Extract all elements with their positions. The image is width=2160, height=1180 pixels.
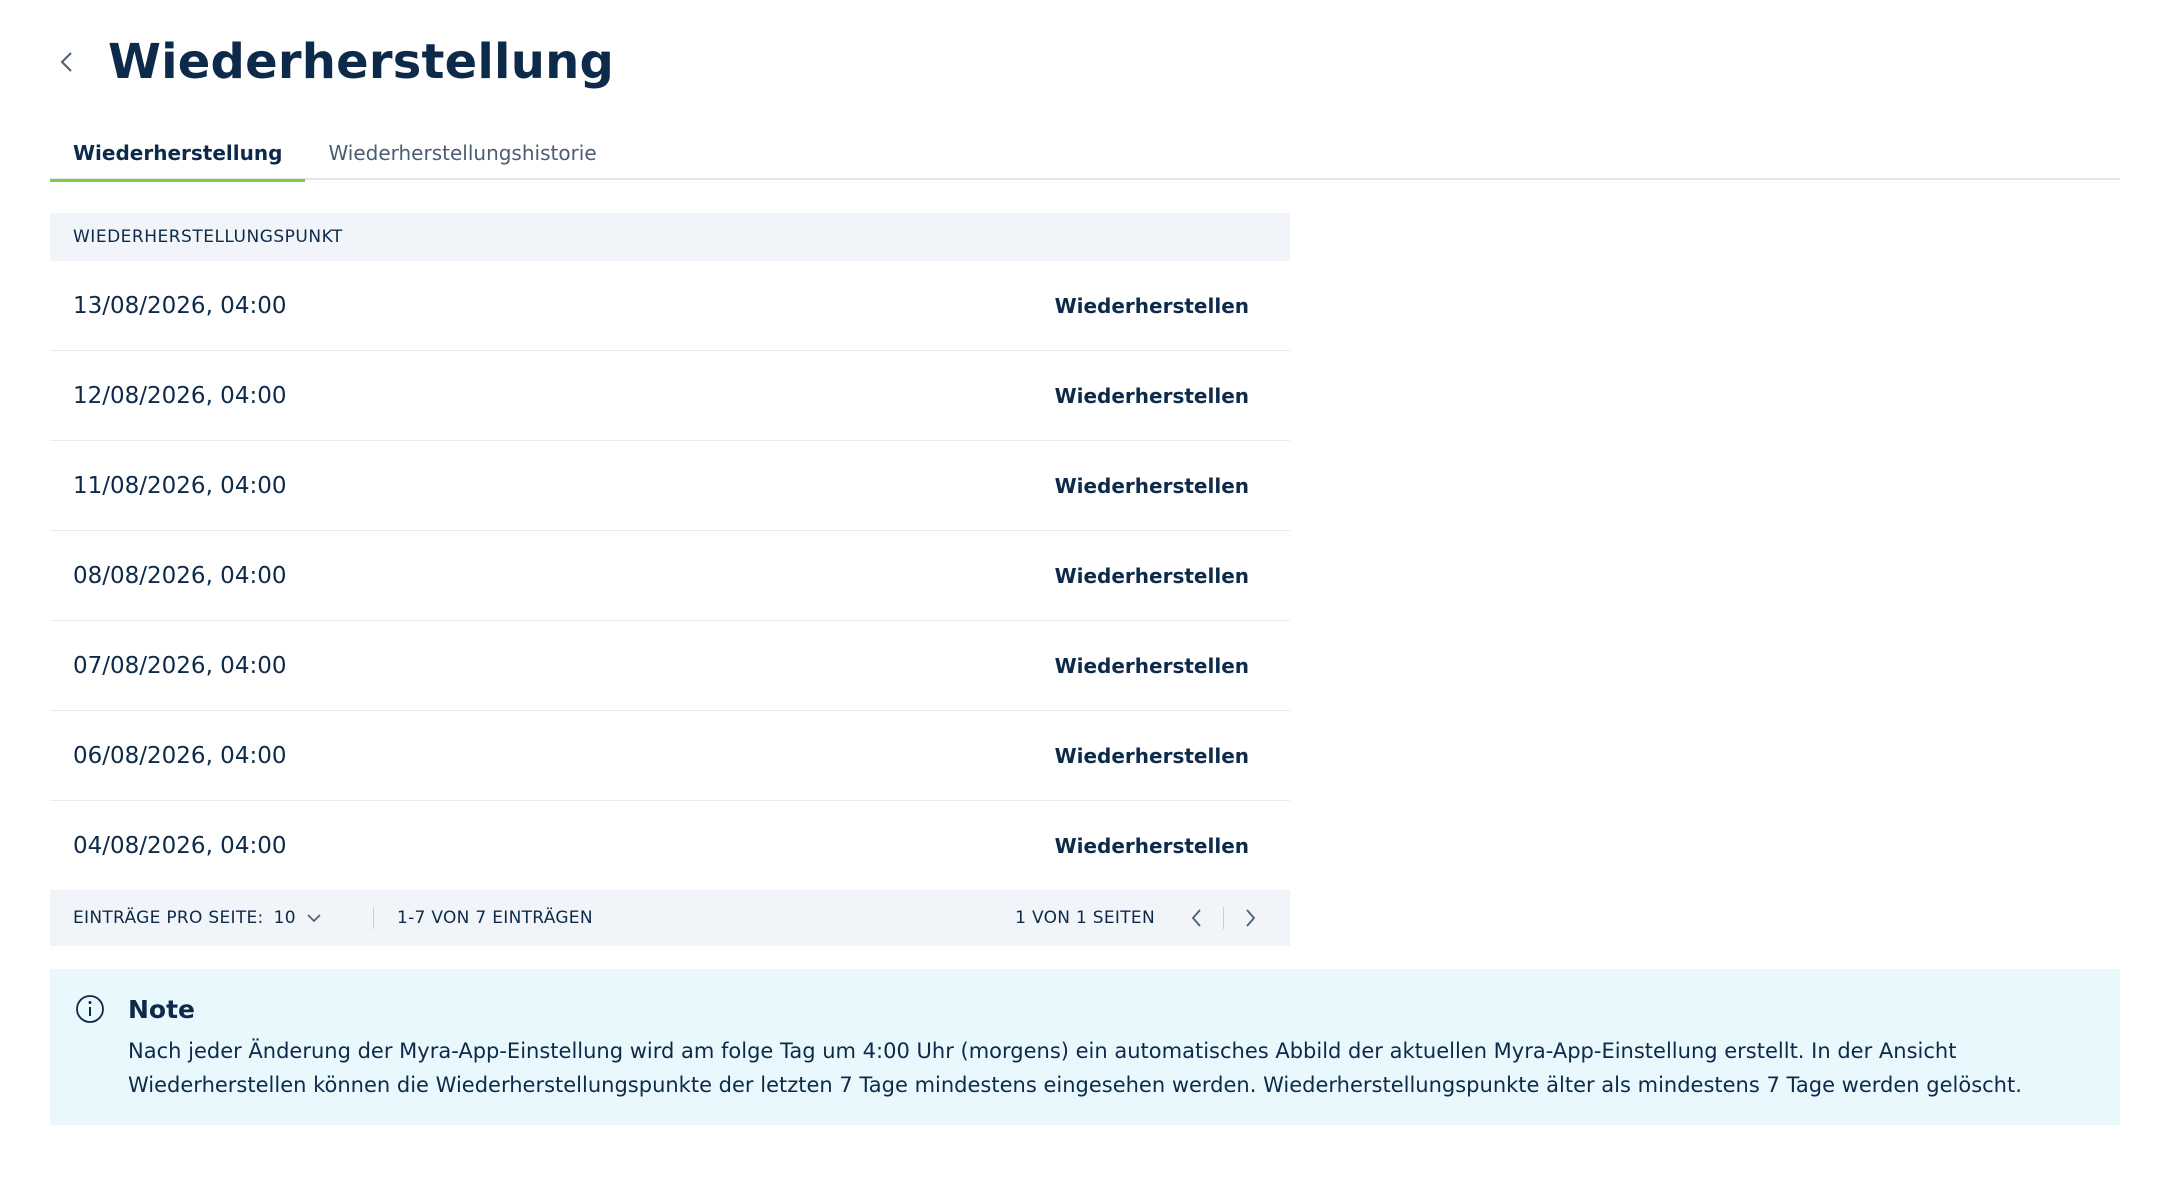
table-row: 07/08/2026, 04:00 Wiederherstellen [50, 621, 1290, 711]
entries-range: 1-7 VON 7 EINTRÄGEN [397, 908, 593, 928]
restore-point-date: 13/08/2026, 04:00 [73, 292, 287, 319]
restore-point-date: 12/08/2026, 04:00 [73, 382, 287, 409]
chevron-left-icon [60, 52, 72, 72]
table-header: WIEDERHERSTELLUNGSPUNKT [50, 213, 1290, 261]
prev-page-button[interactable] [1179, 900, 1215, 936]
info-circle-icon [76, 995, 104, 1023]
restore-button[interactable]: Wiederherstellen [1055, 834, 1249, 858]
per-page-label: EINTRÄGE PRO SEITE: [73, 908, 264, 928]
table-row: 13/08/2026, 04:00 Wiederherstellen [50, 261, 1290, 351]
note-body: Note Nach jeder Änderung der Myra-App-Ei… [128, 993, 2078, 1125]
per-page-value: 10 [273, 908, 296, 928]
note-title: Note [128, 995, 196, 1024]
restore-point-date: 07/08/2026, 04:00 [73, 652, 287, 679]
chevron-left-icon [1191, 909, 1201, 927]
restore-button[interactable]: Wiederherstellen [1055, 384, 1249, 408]
info-note: Note Nach jeder Änderung der Myra-App-Ei… [50, 969, 2120, 1125]
page-title: Wiederherstellung [108, 34, 615, 90]
restore-button[interactable]: Wiederherstellen [1055, 654, 1249, 678]
back-button[interactable] [50, 45, 84, 79]
pagination-bar: EINTRÄGE PRO SEITE: 10 1-7 VON 7 EINTRÄG… [50, 890, 1290, 946]
restore-point-date: 04/08/2026, 04:00 [73, 833, 287, 859]
tab-restore[interactable]: Wiederherstellung [50, 126, 306, 182]
next-page-button[interactable] [1232, 900, 1268, 936]
chevron-down-icon [307, 914, 321, 923]
restore-button[interactable]: Wiederherstellen [1055, 564, 1249, 588]
page-indicator: 1 VON 1 SEITEN [1015, 908, 1155, 928]
tab-restore-history[interactable]: Wiederherstellungshistorie [305, 126, 619, 180]
chevron-right-icon [1246, 909, 1256, 927]
restore-points-table: WIEDERHERSTELLUNGSPUNKT 13/08/2026, 04:0… [50, 213, 1290, 891]
page-header: Wiederherstellung [50, 30, 614, 94]
restore-button[interactable]: Wiederherstellen [1055, 474, 1249, 498]
restore-button[interactable]: Wiederherstellen [1055, 744, 1249, 768]
table-row: 12/08/2026, 04:00 Wiederherstellen [50, 351, 1290, 441]
per-page-control: EINTRÄGE PRO SEITE: 10 [50, 908, 373, 928]
restore-point-date: 11/08/2026, 04:00 [73, 472, 287, 499]
tab-bar: Wiederherstellung Wiederherstellungshist… [50, 126, 2120, 182]
per-page-select[interactable]: 10 [274, 908, 322, 928]
pager: 1 VON 1 SEITEN [1015, 900, 1290, 936]
table-row: 08/08/2026, 04:00 Wiederherstellen [50, 531, 1290, 621]
restore-point-date: 06/08/2026, 04:00 [73, 742, 287, 769]
restore-page: Wiederherstellung Wiederherstellung Wied… [0, 0, 2160, 1180]
column-header-restore-point: WIEDERHERSTELLUNGSPUNKT [73, 227, 343, 247]
restore-button[interactable]: Wiederherstellen [1055, 294, 1249, 318]
restore-point-date: 08/08/2026, 04:00 [73, 562, 287, 589]
table-row: 11/08/2026, 04:00 Wiederherstellen [50, 441, 1290, 531]
note-text: Nach jeder Änderung der Myra-App-Einstel… [128, 1039, 2022, 1097]
table-row: 04/08/2026, 04:00 Wiederherstellen [50, 801, 1290, 891]
divider [1223, 907, 1224, 929]
table-row: 06/08/2026, 04:00 Wiederherstellen [50, 711, 1290, 801]
